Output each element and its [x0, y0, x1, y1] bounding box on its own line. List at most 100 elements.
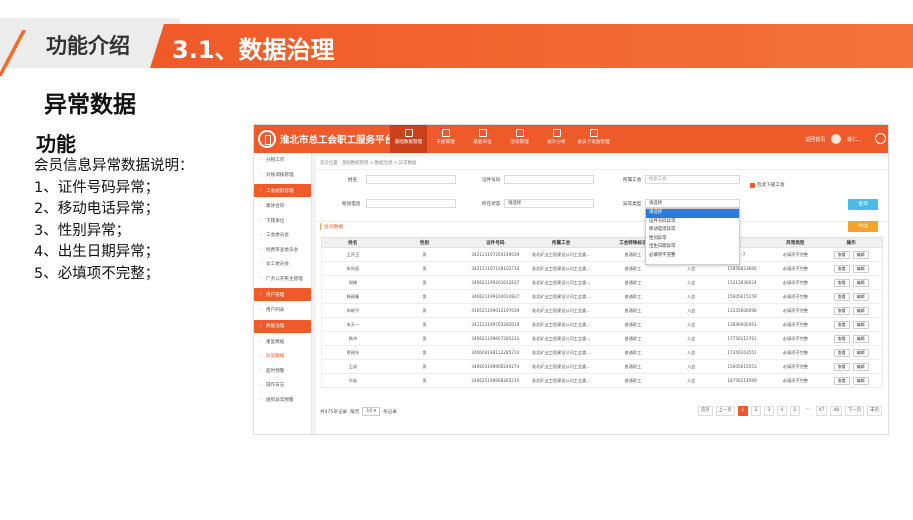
edit-button[interactable]: 编辑: [852, 348, 869, 357]
sidebar-item[interactable]: › 下辖单位: [254, 214, 311, 229]
edit-button[interactable]: 编辑: [852, 320, 869, 329]
sidebar: › 分税工作 › 对账调拨管理 › 工会组织管理 › 集体合同 › 下辖单位 › 工会委员会 › 经费审查…: [254, 153, 312, 434]
table-cell: 男: [422, 265, 427, 271]
view-button[interactable]: 查看: [833, 264, 850, 273]
sidebar-item[interactable]: › 异常数据: [254, 349, 311, 364]
power-icon[interactable]: [875, 133, 886, 144]
edit-button[interactable]: 编辑: [852, 376, 869, 385]
table-cell: 王开玉: [346, 251, 360, 257]
view-button[interactable]: 查看: [833, 362, 850, 371]
sidebar-item[interactable]: › 工会委员会: [254, 228, 311, 243]
page-button[interactable]: 47: [815, 406, 828, 416]
nav-item-cadre[interactable]: 干部管理: [427, 125, 464, 153]
dropdown-option[interactable]: 请选择: [646, 209, 739, 218]
view-button[interactable]: 查看: [833, 306, 850, 315]
sidebar-item[interactable]: › 重复数据: [254, 335, 311, 350]
view-button[interactable]: 查看: [833, 376, 850, 385]
section-bar: [316, 221, 888, 233]
view-button[interactable]: 查看: [833, 278, 850, 287]
status-label: 所在状态: [482, 202, 501, 207]
sidebar-group[interactable]: › 工会组织管理: [254, 184, 311, 197]
edit-button[interactable]: 编辑: [852, 292, 869, 301]
table-cell: 王成: [348, 363, 358, 369]
query-button[interactable]: 查询: [848, 199, 878, 210]
table-cell: 必填项不完整: [782, 307, 808, 313]
nav-item-basic-data[interactable]: 基础数据管理: [390, 125, 427, 153]
table-cell: 孙弟: [348, 377, 358, 383]
edit-button[interactable]: 编辑: [852, 278, 869, 287]
status-select[interactable]: 请选择: [504, 199, 594, 208]
include-sub-checkbox[interactable]: 包含下级工会: [750, 182, 785, 188]
nav-item-statistics[interactable]: 统计分析: [538, 125, 575, 153]
sidebar-item[interactable]: › 集体合同: [254, 199, 311, 214]
user-name[interactable]: 颜仁...: [847, 136, 862, 143]
dropdown-option[interactable]: 证件号码异常: [646, 218, 739, 227]
union-select[interactable]: 搜索工会: [645, 175, 740, 184]
cert-input[interactable]: [504, 175, 594, 184]
page-button[interactable]: 上一页: [715, 406, 735, 416]
table-row: 韩建春 男 340621199104014837 淮北矿业工程建设公司工会委... 普通…: [321, 290, 883, 304]
table-cell: 410521199012197039: [471, 308, 520, 313]
view-button[interactable]: 查看: [833, 292, 850, 301]
view-button[interactable]: 查看: [833, 320, 850, 329]
page-button[interactable]: 下一页: [845, 406, 865, 416]
page-button[interactable]: 48: [830, 406, 843, 416]
section-label: 功能介绍: [46, 34, 130, 58]
function-line: 3、性别异常；: [34, 222, 131, 239]
table-cell: 普通职工: [624, 363, 642, 369]
row-actions: 查看 编辑: [820, 276, 882, 289]
page-button[interactable]: 末页: [867, 406, 882, 416]
phone-input[interactable]: [366, 199, 456, 208]
table-cell: 普通职工: [624, 377, 642, 383]
name-input[interactable]: [366, 175, 456, 184]
edit-button[interactable]: 编辑: [852, 362, 869, 371]
dropdown-option[interactable]: 必填项不完整: [646, 252, 739, 261]
sidebar-item[interactable]: › 用户列表: [254, 303, 311, 318]
sidebar-item[interactable]: › 超时预警: [254, 364, 311, 379]
table-cell: 男: [422, 293, 427, 299]
nav-item-member-card[interactable]: 会员卡发放管理: [575, 125, 612, 153]
table-cell: 341122199703285019: [471, 322, 520, 327]
table-cell: 342121197204140039: [471, 252, 520, 257]
edit-button[interactable]: 编辑: [852, 264, 869, 273]
view-button[interactable]: 查看: [833, 250, 850, 259]
page-button[interactable]: 4: [776, 406, 787, 416]
nav-item-grassroots[interactable]: 基层单位: [464, 125, 501, 153]
page-button[interactable]: 2: [750, 406, 761, 416]
table-cell: 17756112761: [727, 336, 757, 341]
sidebar-group[interactable]: › 数据治理: [254, 319, 311, 333]
function-description: 会员信息异常数据说明： 1、证件号码异常； 2、移动电话异常； 3、性别异常； …: [34, 156, 194, 285]
dropdown-option[interactable]: 出生日期异常: [646, 243, 739, 252]
sidebar-item[interactable]: › 厂务公开民主管理: [254, 272, 311, 287]
abnormal-type-select[interactable]: 请选择: [645, 199, 740, 208]
return-home-link[interactable]: 返回首页: [805, 136, 825, 143]
view-button[interactable]: 查看: [833, 334, 850, 343]
edit-button[interactable]: 编辑: [852, 306, 869, 315]
table-cell: 340621199201012637: [471, 280, 520, 285]
per-page-select[interactable]: 10 ▾: [362, 407, 380, 416]
sidebar-item[interactable]: › 组织异常预警: [254, 393, 311, 408]
dropdown-option[interactable]: 性别异常: [646, 235, 739, 244]
view-button[interactable]: 查看: [833, 348, 850, 357]
chart-icon: [552, 129, 561, 137]
page-button[interactable]: 首页: [697, 406, 713, 416]
sidebar-item[interactable]: › 经费审查委员会: [254, 243, 311, 258]
sidebar-item[interactable]: › 对账调拨管理: [254, 168, 311, 183]
sidebar-group[interactable]: › 用户管理: [254, 288, 311, 301]
page-button[interactable]: 3: [763, 406, 774, 416]
sidebar-item[interactable]: › 操作日志: [254, 378, 311, 393]
table-cell: 必填项不完整: [782, 251, 808, 257]
dropdown-option[interactable]: 移动电话异常: [646, 226, 739, 235]
page-button[interactable]: 1: [737, 406, 748, 416]
sidebar-item[interactable]: › 女工委员会: [254, 257, 311, 272]
page-button[interactable]: 5: [789, 406, 800, 416]
cert-label: 证件号码: [482, 178, 501, 183]
avatar[interactable]: [831, 134, 842, 144]
export-button[interactable]: 导出: [848, 221, 878, 232]
edit-button[interactable]: 编辑: [852, 250, 869, 259]
nav-item-activity[interactable]: 活动管理: [501, 125, 538, 153]
table-cell: 入会: [686, 321, 696, 327]
table-cell: 340621199607285211: [471, 336, 520, 341]
edit-button[interactable]: 编辑: [852, 334, 869, 343]
sidebar-item[interactable]: › 分税工作: [254, 153, 311, 168]
